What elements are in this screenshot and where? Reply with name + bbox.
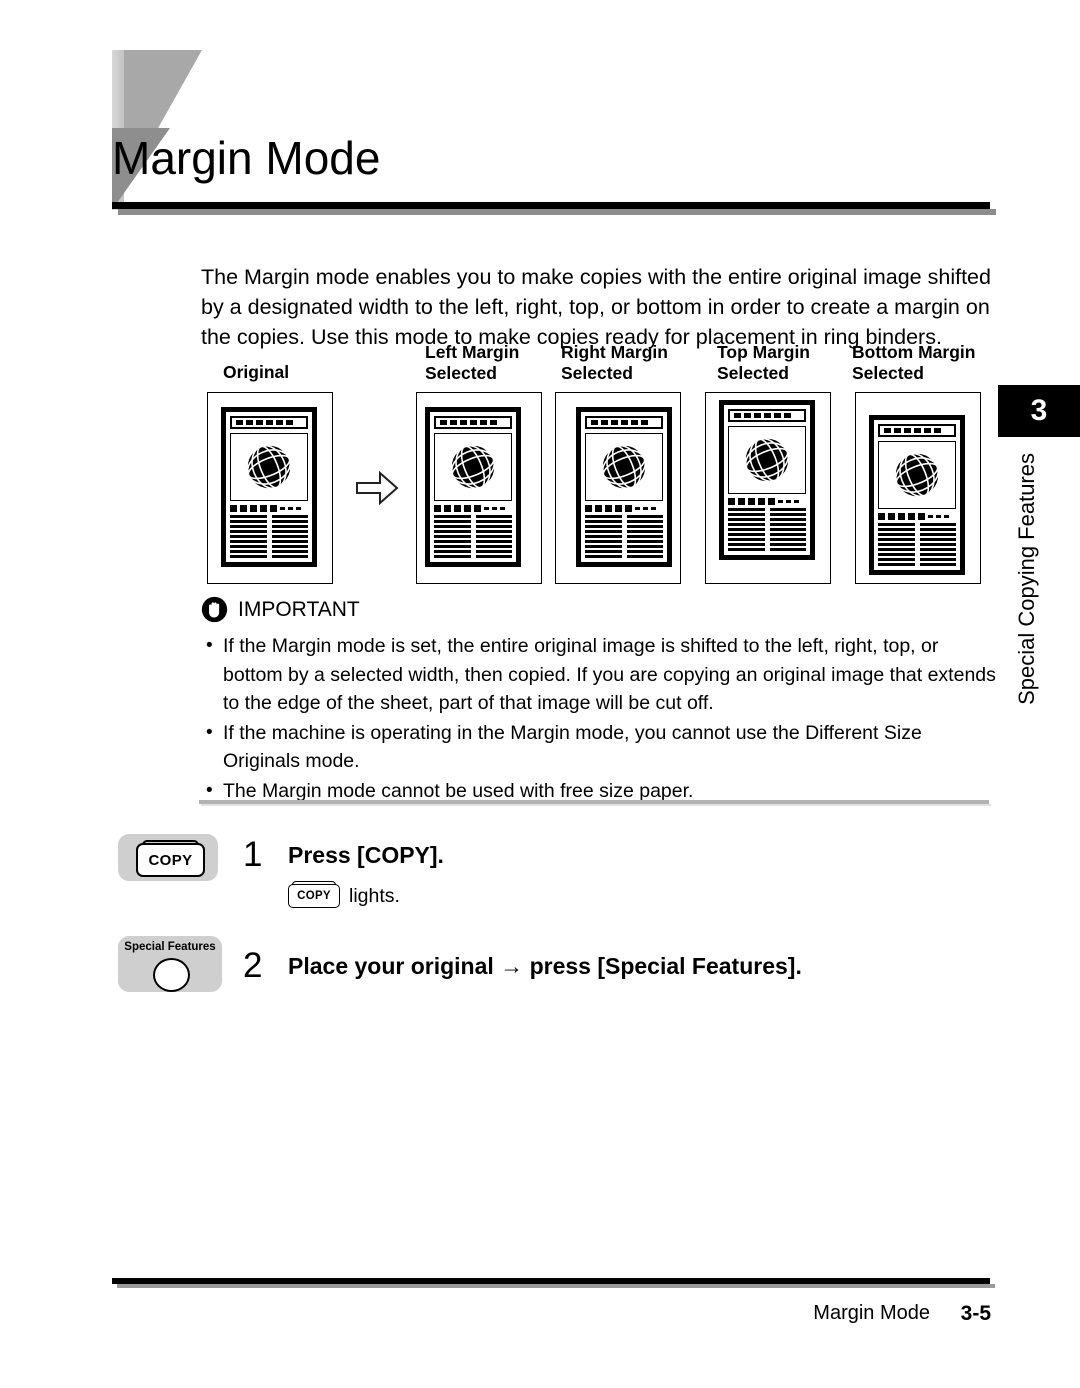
copy-key-inline-icon: COPY <box>288 881 340 908</box>
important-header: IMPORTANT <box>201 596 1001 623</box>
label-left-margin-line2: Selected <box>425 363 497 383</box>
diagram-labels: Original Left Margin Selected Right Marg… <box>201 336 1001 392</box>
important-bullet-list: If the Margin mode is set, the entire or… <box>201 632 1001 805</box>
footer-rule <box>112 1278 990 1284</box>
page-header: Margin Mode <box>0 0 1080 225</box>
header-rule <box>112 202 990 209</box>
page-footer: Margin Mode 3-5 <box>0 1278 1080 1388</box>
page-image-box <box>434 433 512 501</box>
page-title-bar <box>728 409 806 422</box>
page-text-column-right <box>919 523 956 566</box>
header-rule-shadow <box>118 209 996 215</box>
page-image-box <box>230 433 308 501</box>
hand-stop-icon <box>201 596 228 623</box>
globe-icon <box>246 444 292 490</box>
thumbnail-right-margin <box>555 392 681 584</box>
footer-page-number: 3-5 <box>960 1302 991 1325</box>
label-right-margin: Right Margin Selected <box>561 342 668 384</box>
page-title-bar <box>878 424 956 437</box>
important-note: IMPORTANT If the Margin mode is set, the… <box>201 596 1001 806</box>
page-content-frame <box>221 407 317 567</box>
label-left-margin-line1: Left Margin <box>425 342 520 362</box>
thumbnail-bottom-margin <box>855 392 981 584</box>
label-bottom-margin-line2: Selected <box>852 363 924 383</box>
page-text-columns <box>878 523 956 566</box>
page-text-column-left <box>728 508 765 551</box>
page-text-column-right <box>769 508 806 551</box>
page-square-row <box>230 505 308 512</box>
label-right-margin-line2: Selected <box>561 363 633 383</box>
copy-key-button[interactable]: COPY <box>136 840 205 877</box>
page-text-columns <box>728 508 806 551</box>
important-title: IMPORTANT <box>238 597 360 621</box>
page-image-box <box>878 441 956 509</box>
page-image-box <box>728 426 806 494</box>
margin-mode-diagram: Original Left Margin Selected Right Marg… <box>201 336 1001 591</box>
page-text-column-left <box>585 515 622 558</box>
page-image-box <box>585 433 663 501</box>
page-square-row <box>728 498 806 505</box>
label-left-margin: Left Margin Selected <box>425 342 519 384</box>
label-bottom-margin-line1: Bottom Margin <box>852 342 976 362</box>
chapter-label: Special Copying Features <box>1014 453 1039 705</box>
page-text-column-left <box>878 523 915 566</box>
page-square-row <box>434 505 512 512</box>
label-original: Original <box>223 362 290 382</box>
page-content-frame <box>425 407 521 567</box>
page-square-row <box>585 505 663 512</box>
step-title: Place your original → press [Special Fea… <box>288 953 802 979</box>
page-text-column-left <box>230 515 267 558</box>
chapter-side-tab: 3 Special Copying Features <box>998 385 1080 705</box>
important-bullet: If the machine is operating in the Margi… <box>201 719 1001 776</box>
label-top-margin-line1: Top Margin <box>717 342 810 362</box>
diagram-thumbnails <box>201 392 1001 588</box>
special-features-key-label: Special Features <box>124 941 216 953</box>
page-text-column-left <box>434 515 471 558</box>
globe-icon <box>601 444 647 490</box>
step-title: Press [COPY]. <box>288 842 444 868</box>
page-content-frame <box>869 415 965 575</box>
important-bullet: If the Margin mode is set, the entire or… <box>201 632 1001 718</box>
label-right-margin-line1: Right Margin <box>561 342 668 362</box>
step-sub-line: COPY lights. <box>288 881 400 908</box>
step-number: 1 <box>243 835 263 874</box>
page-text-column-right <box>271 515 308 558</box>
page-content-frame <box>576 407 672 567</box>
special-features-key-button[interactable] <box>153 958 190 992</box>
section-divider <box>199 800 991 806</box>
thumbnail-original <box>207 392 333 584</box>
globe-icon <box>894 452 940 498</box>
thumbnail-left-margin <box>416 392 542 584</box>
label-top-margin-line2: Selected <box>717 363 789 383</box>
page-title: Margin Mode <box>112 132 381 184</box>
footer-title: Margin Mode <box>813 1302 930 1324</box>
page-text-column-right <box>626 515 663 558</box>
label-top-margin: Top Margin Selected <box>717 342 810 384</box>
step-number: 2 <box>243 946 263 985</box>
step-sub-text: lights. <box>349 885 400 907</box>
page-text-columns <box>434 515 512 558</box>
thumbnail-top-margin <box>705 392 831 584</box>
footer-rule-shadow <box>117 1284 995 1288</box>
page-title-bar <box>230 416 308 429</box>
page-title-bar <box>585 416 663 429</box>
page-title-bar <box>434 416 512 429</box>
globe-icon <box>744 437 790 483</box>
label-bottom-margin: Bottom Margin Selected <box>852 342 975 384</box>
page-content-frame <box>719 400 815 560</box>
chapter-number-badge: 3 <box>998 385 1080 437</box>
right-arrow-icon <box>356 470 399 506</box>
page-text-column-right <box>475 515 512 558</box>
page-text-columns <box>585 515 663 558</box>
page-text-columns <box>230 515 308 558</box>
globe-icon <box>450 444 496 490</box>
page-square-row <box>878 513 956 520</box>
